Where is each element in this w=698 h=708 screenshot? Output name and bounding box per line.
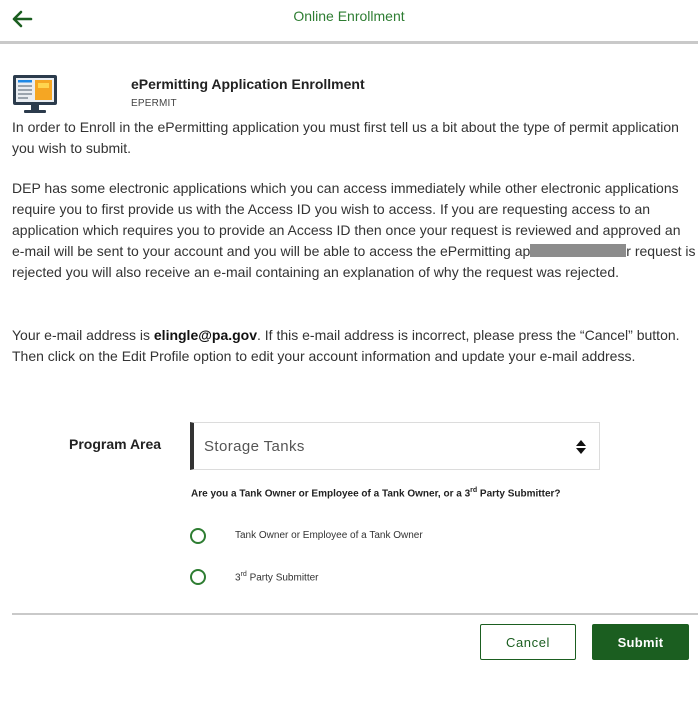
cancel-button[interactable]: Cancel: [480, 624, 576, 660]
radio-circle-icon[interactable]: [190, 528, 206, 544]
submitter-type-question: Are you a Tank Owner or Employee of a Ta…: [191, 487, 561, 499]
question-text-start: Are you a Tank Owner or Employee of a Ta…: [191, 488, 471, 500]
program-area-select[interactable]: Storage Tanks: [190, 422, 600, 470]
application-code: EPERMIT: [131, 98, 177, 109]
question-text-end: Party Submitter?: [477, 488, 561, 500]
footer-divider: [12, 613, 698, 615]
page-title: Online Enrollment: [293, 8, 405, 24]
intro-paragraph: In order to Enroll in the ePermitting ap…: [12, 119, 679, 156]
monitor-icon: [13, 75, 57, 113]
application-title: ePermitting Application Enrollment: [131, 76, 365, 92]
submit-button[interactable]: Submit: [592, 624, 689, 660]
program-area-label: Program Area: [69, 436, 162, 452]
sort-caret-icon: [576, 440, 586, 454]
header-bar: Online Enrollment: [0, 0, 698, 44]
radio-tank-owner-label[interactable]: Tank Owner or Employee of a Tank Owner: [235, 530, 423, 541]
user-email: elingle@pa.gov: [153, 327, 258, 343]
email-info-paragraph: Your e-mail address is elingle@pa.gov. I…: [12, 325, 696, 367]
radio-third-party-label[interactable]: 3rd Party Submitter: [235, 571, 319, 583]
program-area-value: Storage Tanks: [204, 438, 305, 455]
redaction-bar: [530, 244, 627, 257]
radio-circle-icon[interactable]: [190, 569, 206, 585]
option-text: Party Submitter: [246, 572, 319, 584]
access-info-paragraph: DEP has some electronic applications whi…: [12, 178, 696, 283]
email-info-text-start: Your e-mail address is: [12, 327, 154, 343]
